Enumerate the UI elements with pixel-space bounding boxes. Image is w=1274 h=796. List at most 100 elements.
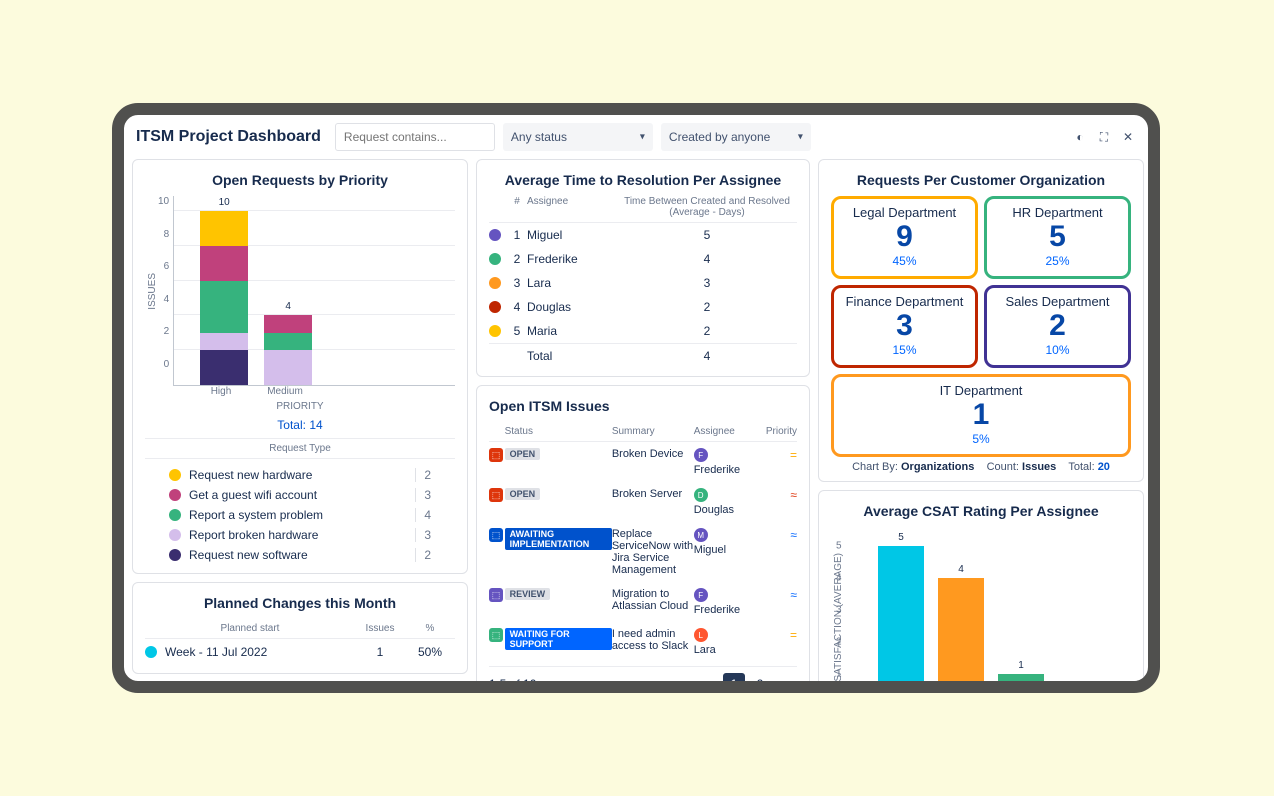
issue-summary: Broken Server <box>612 488 694 500</box>
org-name: Sales Department <box>991 294 1124 309</box>
issue-summary: Migration to Atlassian Cloud <box>612 588 694 612</box>
itsm-row[interactable]: ⬚ REVIEW Migration to Atlassian Cloud F … <box>489 582 797 622</box>
fullscreen-icon[interactable]: ⛶ <box>1096 129 1112 145</box>
chart-total: Total: 14 <box>145 418 455 432</box>
org-foot-total-v: 20 <box>1098 461 1110 473</box>
legend-label: Request new software <box>189 548 308 562</box>
avatar-icon: F <box>694 588 708 602</box>
legend-item[interactable]: Request new software 2 <box>145 545 455 565</box>
org-foot-chartby-v: Organizations <box>901 461 974 473</box>
res-name: Lara <box>527 276 617 290</box>
resolution-row[interactable]: 2 Frederike 4 <box>489 247 797 271</box>
res-head-num: # <box>507 196 527 218</box>
org-card[interactable]: IT Department 1 5% <box>831 374 1131 457</box>
csat-title: Average CSAT Rating Per Assignee <box>831 499 1131 527</box>
status-lozenge: WAITING FOR SUPPORT <box>505 628 612 650</box>
resolution-card: Average Time to Resolution Per Assignee … <box>476 159 810 377</box>
org-count: 5 <box>991 222 1124 252</box>
avatar-icon: D <box>694 488 708 502</box>
status-dropdown-label: Any status <box>511 130 567 144</box>
status-lozenge: REVIEW <box>505 588 551 600</box>
legend-item[interactable]: Report broken hardware 3 <box>145 525 455 545</box>
legend-item[interactable]: Report a system problem 4 <box>145 505 455 525</box>
org-count: 9 <box>838 222 971 252</box>
itsm-head-status: Status <box>505 426 612 437</box>
itsm-head-priority: Priority <box>762 426 797 437</box>
planned-change-row[interactable]: Week - 11 Jul 2022 1 50% <box>145 639 455 665</box>
creator-dropdown[interactable]: Created by anyone <box>661 123 811 151</box>
org-grid: Legal Department 9 45%HR Department 5 25… <box>831 196 1131 457</box>
itsm-row[interactable]: ⬚ OPEN Broken Server D Douglas ≈ <box>489 482 797 522</box>
legend-dot-icon <box>169 489 181 501</box>
resolution-row[interactable]: 4 Douglas 2 <box>489 295 797 319</box>
org-count: 3 <box>838 311 971 341</box>
res-name: Douglas <box>527 300 617 314</box>
avatar-icon: F <box>694 448 708 462</box>
itsm-row[interactable]: ⬚ OPEN Broken Device F Frederike = <box>489 442 797 482</box>
orgs-card: Requests Per Customer Organization Legal… <box>818 159 1144 482</box>
legend-dot-icon <box>169 509 181 521</box>
org-foot-total-l: Total: <box>1068 461 1094 473</box>
priority-icon: ≈ <box>790 528 797 542</box>
itsm-row[interactable]: ⬚ AWAITING IMPLEMENTATION Replace Servic… <box>489 522 797 582</box>
itsm-row[interactable]: ⬚ WAITING FOR SUPPORT I need admin acces… <box>489 622 797 662</box>
org-card[interactable]: Finance Department 3 15% <box>831 285 978 368</box>
res-total-label: Total <box>527 349 617 363</box>
org-card[interactable]: Legal Department 9 45% <box>831 196 978 279</box>
creator-dropdown-label: Created by anyone <box>669 130 770 144</box>
bar-high: 10 <box>200 211 248 385</box>
open-requests-legend: Request new hardware 2 Get a guest wifi … <box>145 465 455 565</box>
res-name: Frederike <box>527 252 617 266</box>
res-num: 2 <box>507 252 527 266</box>
yaxis-label: ISSUES <box>145 273 158 310</box>
csat-bar: 5 <box>878 546 924 693</box>
avatar-icon: M <box>694 528 708 542</box>
pager: 1-5 of 10 ‹ 1 2 › <box>489 666 797 693</box>
res-num: 1 <box>507 228 527 242</box>
search-input[interactable] <box>335 123 495 151</box>
csat-bar: 1 <box>998 674 1044 693</box>
legend-item[interactable]: Get a guest wifi account 3 <box>145 485 455 505</box>
org-count: 2 <box>991 311 1124 341</box>
res-num: 4 <box>507 300 527 314</box>
pc-head-pct: % <box>405 623 455 634</box>
legend-label: Get a guest wifi account <box>189 488 317 502</box>
open-requests-card: Open Requests by Priority ISSUES 1086420… <box>132 159 468 574</box>
legend-dot-icon <box>169 549 181 561</box>
res-name: Maria <box>527 324 617 338</box>
orgs-title: Requests Per Customer Organization <box>831 168 1131 196</box>
itsm-issues-title: Open ITSM Issues <box>489 394 797 422</box>
res-val: 2 <box>617 324 797 338</box>
issue-type-icon: ⬚ <box>489 528 503 542</box>
itsm-rows: ⬚ OPEN Broken Device F Frederike = ⬚ OPE… <box>489 442 797 662</box>
pager-prev[interactable]: ‹ <box>697 673 719 693</box>
total-label: Total: <box>277 418 306 432</box>
pc-head-issues: Issues <box>355 623 405 634</box>
issue-type-icon: ⬚ <box>489 588 503 602</box>
legend-dot-icon <box>169 469 181 481</box>
pager-page-1[interactable]: 1 <box>723 673 745 693</box>
issue-type-icon: ⬚ <box>489 628 503 642</box>
dot-icon <box>489 301 501 313</box>
legend-title: Request Type <box>145 438 455 459</box>
status-dropdown[interactable]: Any status <box>503 123 653 151</box>
assignee-name: Frederike <box>694 464 762 476</box>
bar-medium: 4 <box>264 315 312 385</box>
resolution-row[interactable]: 5 Maria 2 <box>489 319 797 343</box>
org-card[interactable]: Sales Department 2 10% <box>984 285 1131 368</box>
org-pct: 45% <box>838 254 971 268</box>
close-icon[interactable]: ✕ <box>1120 129 1136 145</box>
theme-icon[interactable]: ◐ <box>1072 129 1088 145</box>
pager-next[interactable]: › <box>775 673 797 693</box>
legend-item[interactable]: Request new hardware 2 <box>145 465 455 485</box>
dot-icon <box>489 277 501 289</box>
dashboard-grid: Open Requests by Priority ISSUES 1086420… <box>124 159 1148 693</box>
resolution-row[interactable]: 1 Miguel 5 <box>489 223 797 247</box>
org-count: 1 <box>838 400 1124 430</box>
itsm-issues-card: Open ITSM Issues Status Summary Assignee… <box>476 385 810 693</box>
pc-label: Week - 11 Jul 2022 <box>165 645 355 659</box>
pager-page-2[interactable]: 2 <box>749 673 771 693</box>
resolution-row[interactable]: 3 Lara 3 <box>489 271 797 295</box>
priority-icon: ≈ <box>790 588 797 602</box>
org-card[interactable]: HR Department 5 25% <box>984 196 1131 279</box>
